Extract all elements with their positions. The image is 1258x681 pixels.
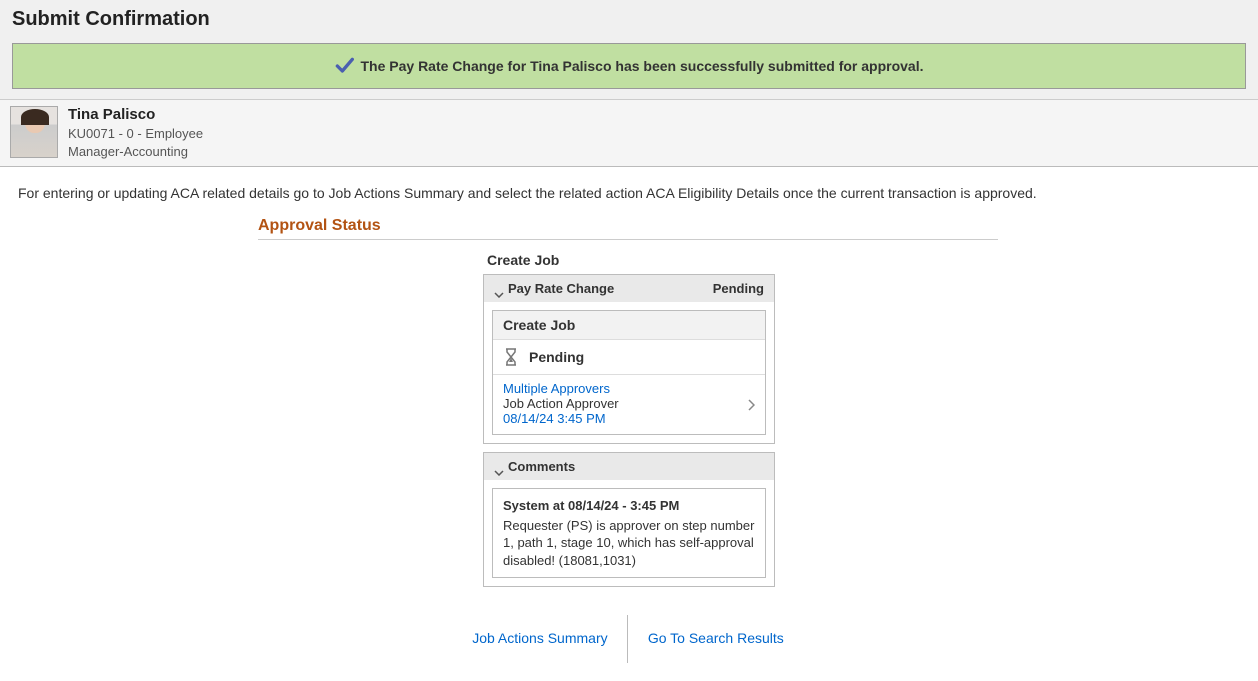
footer-links: Job Actions Summary Go To Search Results [258, 615, 998, 663]
employee-role: Manager-Accounting [68, 143, 203, 161]
create-job-subhead: Create Job [487, 252, 775, 268]
chevron-right-icon[interactable] [747, 399, 755, 411]
go-to-search-results-link[interactable]: Go To Search Results [636, 630, 796, 646]
footer-separator [627, 615, 628, 663]
success-message-text: The Pay Rate Change for Tina Palisco has… [360, 58, 923, 74]
employee-id-line: KU0071 - 0 - Employee [68, 125, 203, 143]
employee-name: Tina Palisco [68, 106, 203, 123]
hourglass-icon [503, 348, 519, 366]
employee-header: Tina Palisco KU0071 - 0 - Employee Manag… [0, 100, 1258, 167]
instruction-text: For entering or updating ACA related det… [0, 167, 1258, 211]
approver-timestamp: 08/14/24 3:45 PM [503, 411, 755, 426]
comment-body-text: Requester (PS) is approver on step numbe… [503, 517, 755, 570]
job-actions-summary-link[interactable]: Job Actions Summary [460, 630, 619, 646]
approver-role-text: Job Action Approver [503, 396, 755, 411]
pending-status-label: Pending [529, 349, 584, 365]
avatar [10, 106, 58, 158]
approver-row[interactable]: Multiple Approvers Job Action Approver 0… [493, 375, 765, 434]
pay-rate-change-panel: Pay Rate Change Pending Create Job Pendi… [483, 274, 775, 444]
comments-header[interactable]: Comments [484, 453, 774, 480]
chevron-down-icon [494, 286, 504, 292]
chevron-down-icon [494, 464, 504, 470]
panel-title-text: Pay Rate Change [508, 281, 614, 296]
pay-rate-change-header[interactable]: Pay Rate Change Pending [484, 275, 774, 302]
create-job-card-title: Create Job [493, 311, 765, 340]
multiple-approvers-link[interactable]: Multiple Approvers [503, 381, 755, 396]
comments-panel: Comments System at 08/14/24 - 3:45 PM Re… [483, 452, 775, 587]
page-title: Submit Confirmation [12, 8, 1246, 31]
comments-title-text: Comments [508, 459, 575, 474]
comment-card: System at 08/14/24 - 3:45 PM Requester (… [492, 488, 766, 578]
checkmark-icon [334, 56, 354, 76]
approval-status-heading: Approval Status [258, 217, 998, 240]
create-job-card: Create Job Pending Multiple Approvers Jo… [492, 310, 766, 435]
success-banner: The Pay Rate Change for Tina Palisco has… [12, 43, 1246, 89]
panel-status-text: Pending [713, 281, 764, 296]
comment-meta: System at 08/14/24 - 3:45 PM [503, 497, 755, 515]
pending-row: Pending [493, 340, 765, 375]
